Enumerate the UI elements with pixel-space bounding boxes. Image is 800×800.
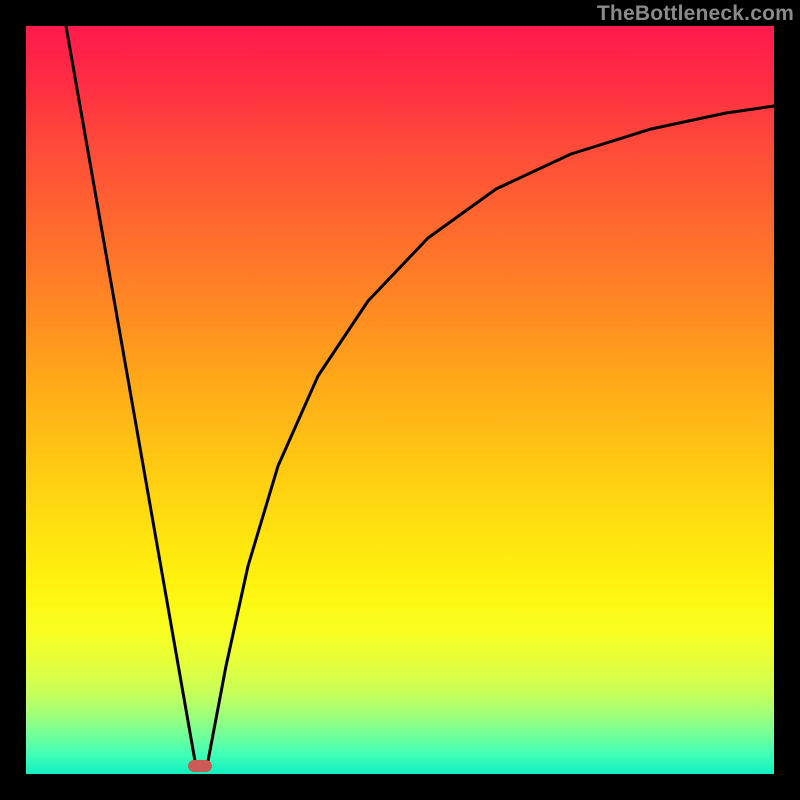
minimum-marker [188,760,212,772]
chart-container: TheBottleneck.com [0,0,800,800]
v-curve [66,26,774,766]
plot-area [26,26,774,774]
curve-svg [26,26,774,774]
watermark-text: TheBottleneck.com [597,2,794,26]
